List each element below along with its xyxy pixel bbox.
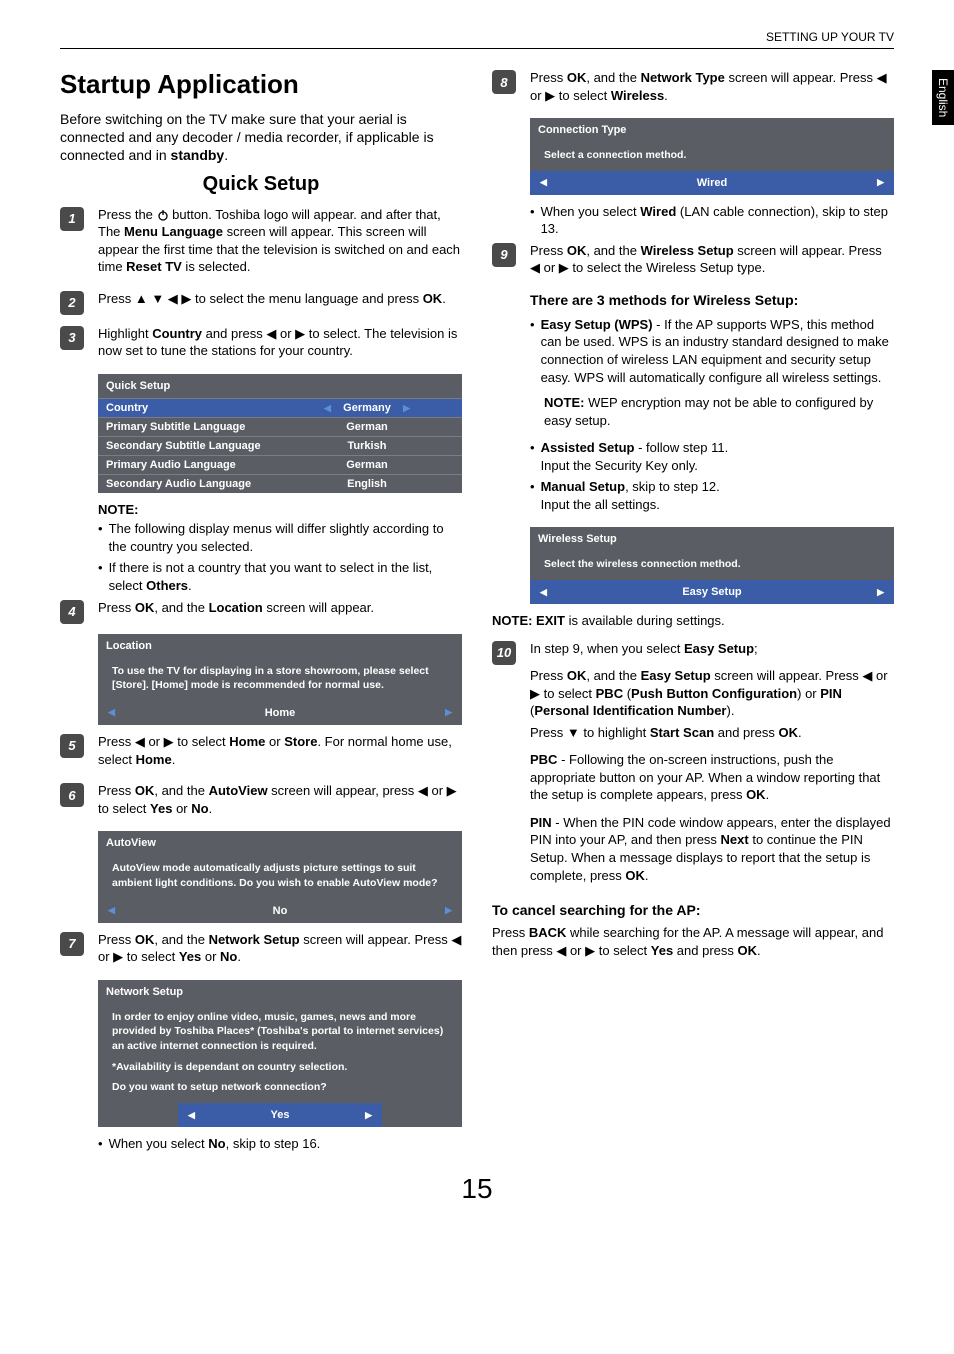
- step-number-icon: 4: [60, 600, 84, 624]
- arrow-left-icon[interactable]: ◀: [324, 403, 331, 413]
- autoview-selector[interactable]: ◀ No ▶: [98, 899, 462, 923]
- arrow-right-icon[interactable]: ▶: [877, 177, 884, 188]
- network-selector[interactable]: ◀ Yes ▶: [178, 1103, 382, 1127]
- step-number-icon: 8: [492, 70, 516, 94]
- right-column: 8 Press OK, and the Network Type screen …: [492, 69, 894, 1157]
- wireless-selector[interactable]: ◀ Easy Setup ▶: [530, 580, 894, 604]
- step-10: 10 In step 9, when you select Easy Setup…: [492, 640, 894, 889]
- left-column: Startup Application Before switching on …: [60, 69, 462, 1157]
- power-icon: [157, 209, 169, 221]
- note-heading: NOTE:: [98, 501, 462, 519]
- setting-row-country[interactable]: Country ◀ Germany ▶: [98, 398, 462, 417]
- step10-text-3: Press ▼ to highlight Start Scan and pres…: [530, 724, 894, 742]
- step-5: 5 Press ◀ or ▶ to select Home or Store. …: [60, 733, 462, 772]
- step-8: 8 Press OK, and the Network Type screen …: [492, 69, 894, 108]
- note-bullet: The following display menus will differ …: [98, 520, 462, 555]
- language-tab: English: [932, 70, 954, 125]
- arrow-right-icon[interactable]: ▶: [445, 707, 452, 718]
- arrow-right-icon[interactable]: ▶: [445, 905, 452, 916]
- step-number-icon: 7: [60, 932, 84, 956]
- panel-title: Network Setup: [98, 980, 462, 1004]
- step8-note: When you select Wired (LAN cable connect…: [530, 203, 894, 238]
- step10-text-2: Press OK, and the Easy Setup screen will…: [530, 667, 894, 720]
- step3-text: Highlight Country and press ◀ or ▶ to se…: [98, 325, 462, 360]
- setting-row[interactable]: Primary Audio LanguageGerman: [98, 455, 462, 474]
- step-6: 6 Press OK, and the AutoView screen will…: [60, 782, 462, 821]
- connection-type-selector[interactable]: ◀ Wired ▶: [530, 171, 894, 195]
- step-number-icon: 3: [60, 326, 84, 350]
- step6-text: Press OK, and the AutoView screen will a…: [98, 782, 462, 817]
- step-7: 7 Press OK, and the Network Setup screen…: [60, 931, 462, 970]
- panel-body: Select the wireless connection method.: [530, 551, 894, 580]
- method-assisted: Assisted Setup - follow step 11.Input th…: [530, 439, 894, 474]
- page-title: Startup Application: [60, 69, 462, 100]
- panel-body: Select a connection method.: [530, 142, 894, 171]
- step-1: 1 Press the button. Toshiba logo will ap…: [60, 206, 462, 280]
- intro-text: Before switching on the TV make sure tha…: [60, 110, 462, 165]
- network-setup-panel: Network Setup In order to enjoy online v…: [98, 980, 462, 1127]
- step-number-icon: 1: [60, 207, 84, 231]
- setting-row[interactable]: Secondary Subtitle LanguageTurkish: [98, 436, 462, 455]
- cancel-text: Press BACK while searching for the AP. A…: [492, 924, 894, 959]
- step7-text: Press OK, and the Network Setup screen w…: [98, 931, 462, 966]
- step5-text: Press ◀ or ▶ to select Home or Store. Fo…: [98, 733, 462, 768]
- quick-setup-panel: Quick Setup Country ◀ Germany ▶ Primary …: [98, 374, 462, 493]
- step-9: 9 Press OK, and the Wireless Setup scree…: [492, 242, 894, 517]
- step10-text-1: In step 9, when you select Easy Setup;: [530, 640, 894, 658]
- note-bullet: If there is not a country that you want …: [98, 559, 462, 594]
- panel-title: Location: [98, 634, 462, 658]
- location-panel: Location To use the TV for displaying in…: [98, 634, 462, 725]
- step1-text: Press the button. Toshiba logo will appe…: [98, 206, 462, 276]
- step9-text: Press OK, and the Wireless Setup screen …: [530, 242, 894, 277]
- panel-title: AutoView: [98, 831, 462, 855]
- arrow-left-icon[interactable]: ◀: [108, 905, 115, 916]
- panel-title: Quick Setup: [98, 374, 462, 398]
- setting-row[interactable]: Primary Subtitle LanguageGerman: [98, 417, 462, 436]
- pin-text: PIN - When the PIN code window appears, …: [530, 814, 894, 884]
- arrow-left-icon[interactable]: ◀: [188, 1110, 195, 1121]
- step2-text: Press ▲ ▼ ◀ ▶ to select the menu languag…: [98, 290, 462, 308]
- arrow-left-icon[interactable]: ◀: [540, 587, 547, 598]
- setting-row[interactable]: Secondary Audio LanguageEnglish: [98, 474, 462, 493]
- exit-note: NOTE: EXIT is available during settings.: [492, 612, 894, 630]
- step-4: 4 Press OK, and the Location screen will…: [60, 599, 462, 624]
- panel-body: AutoView mode automatically adjusts pict…: [98, 855, 462, 898]
- step-number-icon: 6: [60, 783, 84, 807]
- wep-note: NOTE: WEP encryption may not be able to …: [544, 394, 894, 429]
- step8-text: Press OK, and the Network Type screen wi…: [530, 69, 894, 104]
- wireless-methods-heading: There are 3 methods for Wireless Setup:: [530, 291, 894, 310]
- panel-title: Wireless Setup: [530, 527, 894, 551]
- step4-text: Press OK, and the Location screen will a…: [98, 599, 462, 617]
- step-number-icon: 10: [492, 641, 516, 665]
- arrow-right-icon[interactable]: ▶: [403, 403, 410, 413]
- arrow-left-icon[interactable]: ◀: [540, 177, 547, 188]
- arrow-left-icon[interactable]: ◀: [108, 707, 115, 718]
- connection-type-panel: Connection Type Select a connection meth…: [530, 118, 894, 195]
- step-number-icon: 9: [492, 243, 516, 267]
- wireless-setup-panel: Wireless Setup Select the wireless conne…: [530, 527, 894, 604]
- step7-note: When you select No, skip to step 16.: [98, 1135, 462, 1153]
- pbc-text: PBC - Following the on-screen instructio…: [530, 751, 894, 804]
- arrow-right-icon[interactable]: ▶: [365, 1110, 372, 1121]
- page-number: 15: [60, 1173, 894, 1205]
- method-manual: Manual Setup, skip to step 12.Input the …: [530, 478, 894, 513]
- arrow-right-icon[interactable]: ▶: [877, 587, 884, 598]
- step-number-icon: 2: [60, 291, 84, 315]
- panel-title: Connection Type: [530, 118, 894, 142]
- method-easy-setup: Easy Setup (WPS) - If the AP supports WP…: [530, 316, 894, 386]
- autoview-panel: AutoView AutoView mode automatically adj…: [98, 831, 462, 922]
- quick-setup-heading: Quick Setup: [60, 173, 462, 196]
- panel-body: In order to enjoy online video, music, g…: [98, 1004, 462, 1103]
- location-selector[interactable]: ◀ Home ▶: [98, 701, 462, 725]
- cancel-heading: To cancel searching for the AP:: [492, 902, 894, 918]
- step-3: 3 Highlight Country and press ◀ or ▶ to …: [60, 325, 462, 364]
- panel-body: To use the TV for displaying in a store …: [98, 658, 462, 701]
- step-number-icon: 5: [60, 734, 84, 758]
- header-section: SETTING UP YOUR TV: [60, 30, 894, 49]
- step-2: 2 Press ▲ ▼ ◀ ▶ to select the menu langu…: [60, 290, 462, 315]
